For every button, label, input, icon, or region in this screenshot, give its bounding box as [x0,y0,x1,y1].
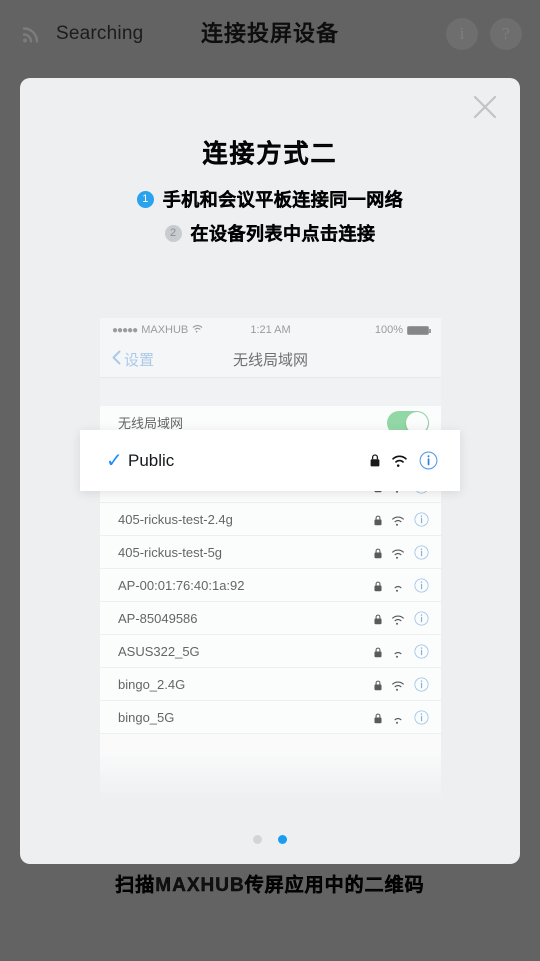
network-info-icon[interactable] [414,643,429,659]
checkmark-icon: ✓ [106,450,123,472]
network-name: ASUS322_5G [118,643,200,659]
wifi-icon [391,547,405,559]
lock-icon [374,646,382,657]
network-list: 307405-rickus-test-2.4g405-rickus-test-5… [100,470,441,734]
lock-icon [374,547,382,558]
dialog-title: 连接方式二 [202,140,338,168]
step-item: 2 在设备列表中点击连接 [20,220,520,246]
footer-caption: 扫描MAXHUB传屏应用中的二维码 [115,875,425,896]
network-name: bingo_5G [118,709,175,725]
phone-battery-group: 100% [323,324,432,336]
network-row[interactable]: AP-00:01:76:40:1a:92 [100,569,441,602]
network-row-icons [374,643,429,659]
network-row[interactable]: AP-85049586 [100,602,441,635]
network-name: 405-rickus-test-2.4g [118,511,233,527]
step-item: 1 手机和会议平板连接同一网络 [20,186,520,212]
lock-icon [374,712,382,723]
network-row[interactable]: 405-rickus-test-2.4g [100,503,441,536]
public-network-card[interactable]: ✓ Public [80,430,460,491]
phone-clock: 1:21 AM [250,324,291,336]
network-info-icon[interactable] [414,676,429,692]
signal-dots-icon: ●●●●● [112,324,138,336]
pager-dots [20,835,520,844]
phone-status-bar: ●●●●● MAXHUB 1:21 AM 100% [100,318,441,342]
network-info-icon[interactable] [414,709,429,725]
battery-icon [407,325,432,335]
help-button[interactable]: ? [490,18,522,50]
lock-icon [374,613,382,624]
phone-nav-title: 无线局域网 [232,352,308,369]
phone-carrier-group: ●●●●● MAXHUB [112,324,218,336]
carrier-label: MAXHUB [141,324,189,336]
network-info-icon[interactable] [414,577,429,593]
network-name: AP-00:01:76:40:1a:92 [118,577,245,593]
network-row-icons [374,577,429,593]
info-button[interactable]: i [446,18,478,50]
lock-icon [374,580,382,591]
step-badge-1: 1 [136,190,154,208]
wifi-icon [391,613,405,625]
step-badge-2: 2 [164,224,182,242]
lock-icon [370,454,380,467]
network-info-icon[interactable] [414,511,429,527]
public-network-icons [370,451,438,470]
lock-icon [374,679,382,690]
network-row-icons [374,676,429,692]
network-info-icon[interactable] [419,451,438,470]
top-bar: Searching 连接投屏设备 i ? [0,0,540,68]
network-row-icons [374,709,429,725]
wifi-icon [391,514,405,526]
network-row-icons [374,511,429,527]
network-row-icons [374,544,429,560]
steps-list: 1 手机和会议平板连接同一网络 2 在设备列表中点击连接 [20,186,520,254]
network-name: bingo_2.4G [118,676,186,692]
wifi-icon [391,712,405,724]
network-row[interactable]: bingo_2.4G [100,668,441,701]
topbar-actions: i ? [446,18,522,50]
network-info-icon[interactable] [414,544,429,560]
network-name: AP-85049586 [118,610,198,626]
phone-mockup: ●●●●● MAXHUB 1:21 AM 100% 设置 无线局域网 无线局域网… [100,318,441,800]
network-row[interactable]: bingo_5G [100,701,441,734]
nav-spacer [100,378,441,406]
step-label-1: 手机和会议平板连接同一网络 [162,190,404,210]
wifi-icon [391,454,408,467]
close-icon[interactable] [470,92,500,122]
wifi-icon [391,679,405,691]
pager-dot-2[interactable] [278,835,287,844]
network-row-icons [374,610,429,626]
phone-nav-bar: 设置 无线局域网 [100,342,441,378]
network-row[interactable]: 405-rickus-test-5g [100,536,441,569]
battery-percent-label: 100% [374,324,404,336]
network-name: 405-rickus-test-5g [118,544,223,560]
status-wifi-icon [192,324,203,336]
step-label-2: 在设备列表中点击连接 [190,224,376,244]
public-network-name: Public [128,450,175,470]
wifi-icon [391,646,405,658]
network-info-icon[interactable] [414,610,429,626]
wifi-icon [391,580,405,592]
network-row[interactable]: ASUS322_5G [100,635,441,668]
lock-icon [374,514,382,525]
pager-dot-1[interactable] [253,835,262,844]
